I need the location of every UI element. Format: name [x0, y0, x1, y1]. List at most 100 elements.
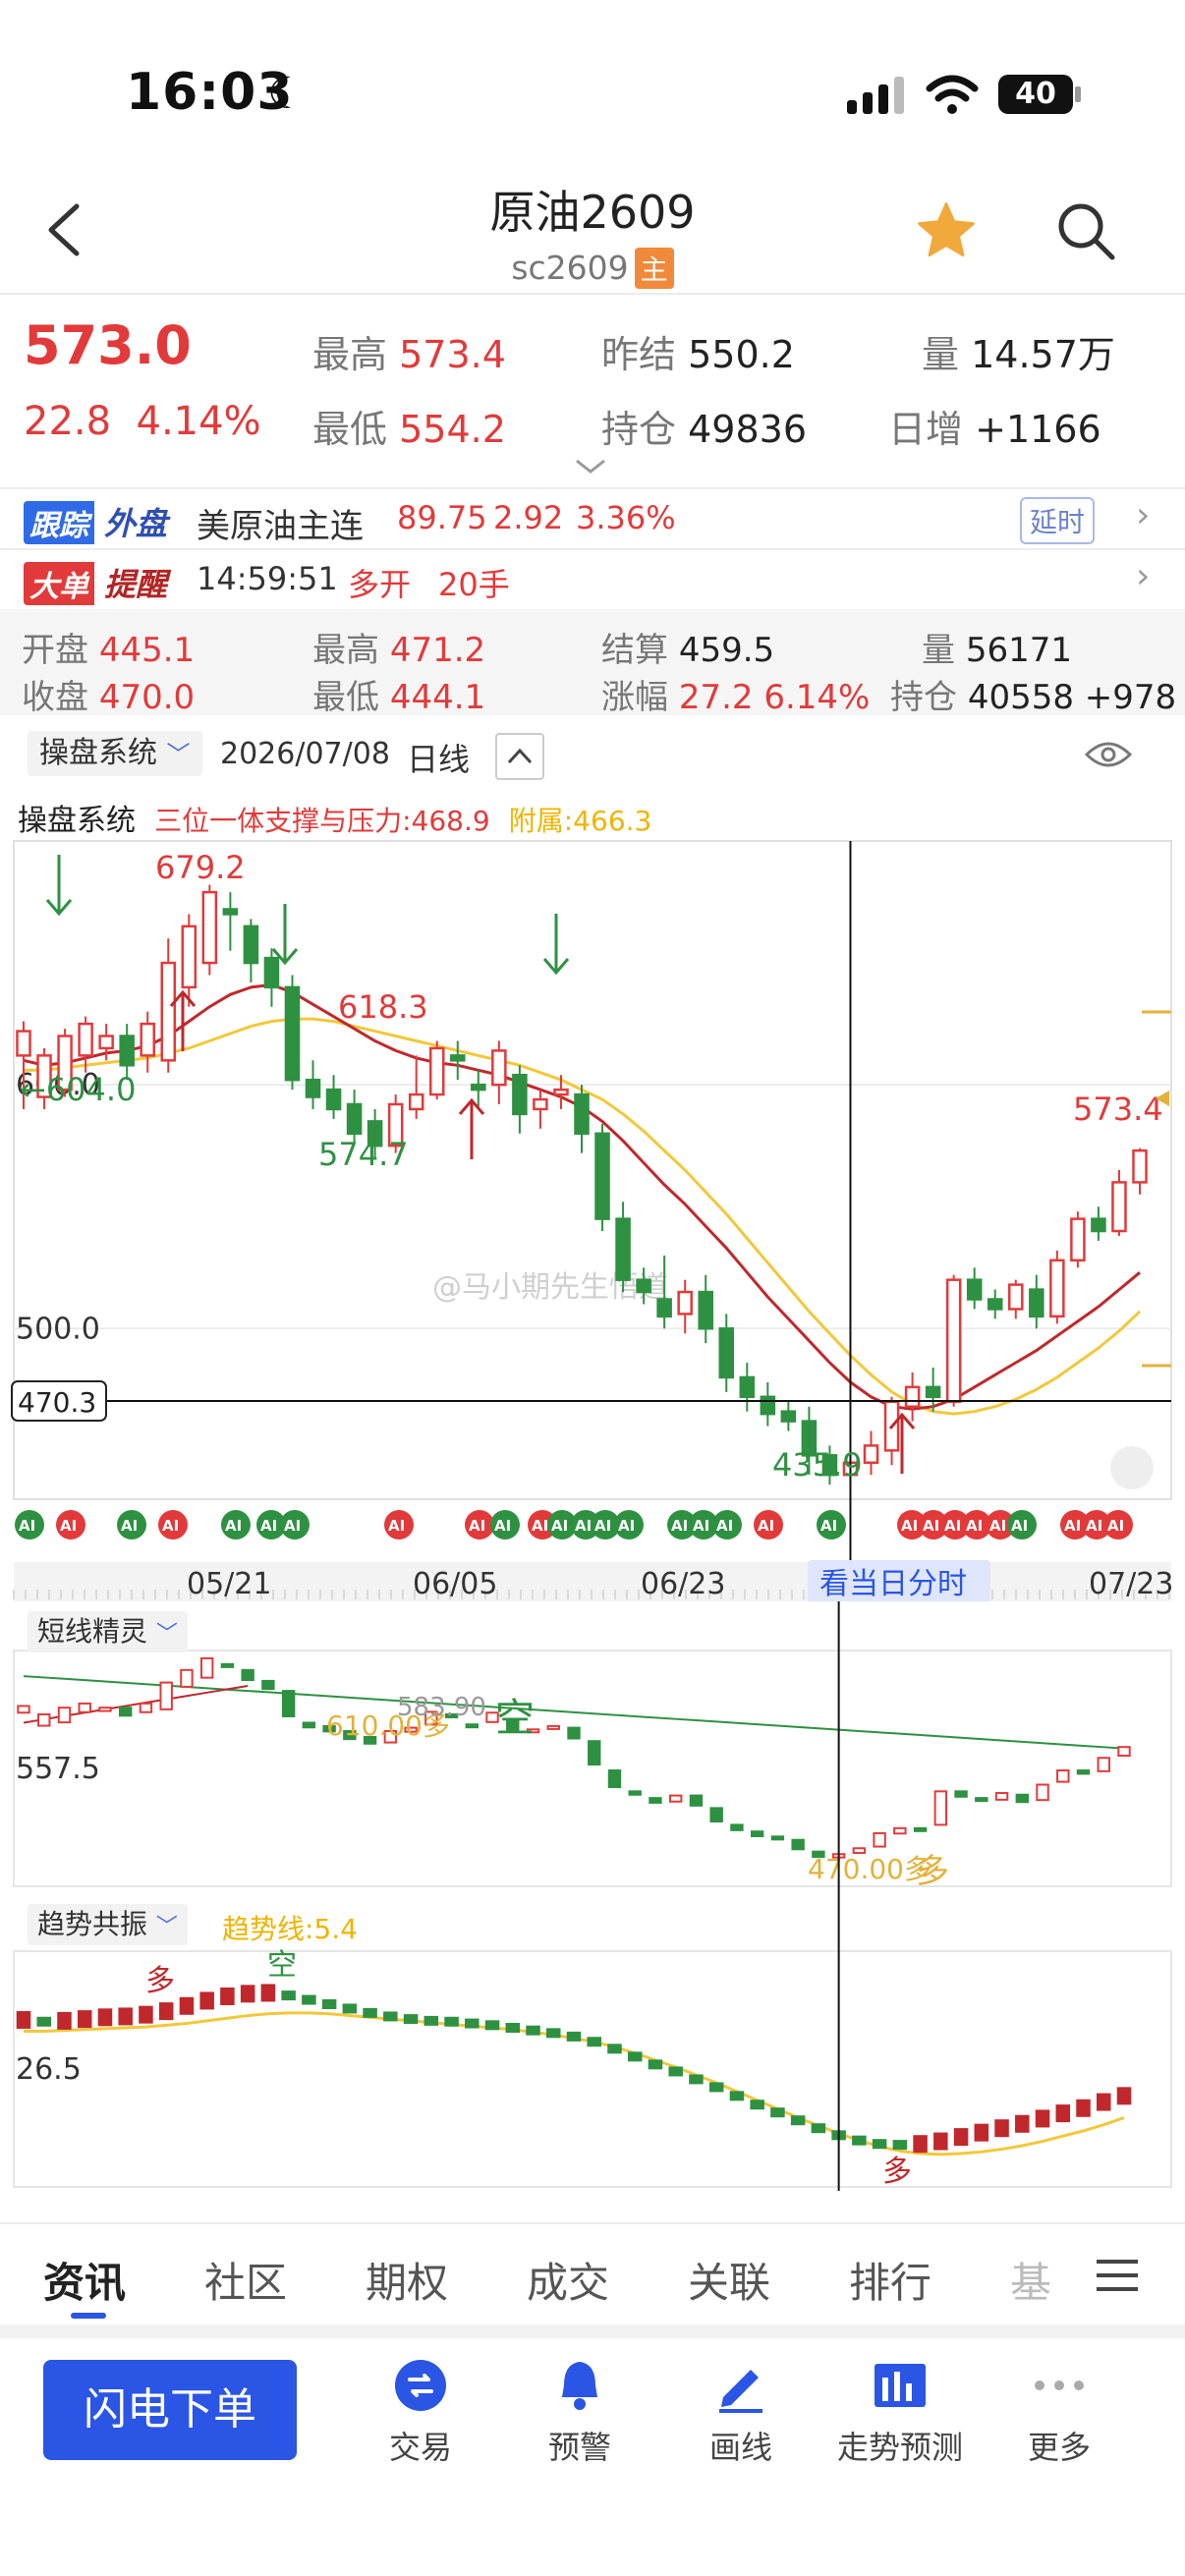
- tab-item[interactable]: 基: [1010, 2250, 1051, 2310]
- daily-increase-value: +1166: [975, 408, 1101, 451]
- sub2-bar-down: [872, 2139, 887, 2150]
- ai-signal-text: AI: [575, 1517, 592, 1535]
- star-icon[interactable]: [914, 198, 979, 263]
- battery-level: 40: [1015, 77, 1056, 111]
- sub1-bar-down: [689, 1794, 704, 1807]
- search-icon[interactable]: [1055, 200, 1118, 263]
- sub1-bar-down: [588, 1740, 601, 1766]
- sub2-bar-down: [465, 2018, 480, 2029]
- sub2-bar-down: [526, 2025, 540, 2036]
- ai-signal-text: AI: [923, 1517, 939, 1535]
- tab-item[interactable]: 资讯: [43, 2250, 126, 2310]
- big-order-alert-row[interactable]: 大单 提醒 14:59:51 多开 20手 ›: [0, 550, 1185, 607]
- sub2-bar-up: [1076, 2099, 1091, 2117]
- system-dropdown[interactable]: 操盘系统 ﹀: [28, 731, 202, 776]
- collapse-button[interactable]: [495, 733, 544, 780]
- tab-item[interactable]: 社区: [204, 2250, 287, 2310]
- battery-icon: 40: [998, 75, 1073, 114]
- low-label: 最低: [312, 408, 388, 451]
- sub1-dropdown[interactable]: 短线精灵 ﹀: [28, 1611, 188, 1652]
- sub2-bar-up: [974, 2123, 989, 2142]
- tab-item[interactable]: 期权: [366, 2250, 448, 2310]
- sub2-bar-up: [913, 2135, 928, 2154]
- wifi-icon: [926, 75, 979, 114]
- candle-down: [325, 1088, 342, 1111]
- ai-signal-text: AI: [551, 1517, 568, 1535]
- more-button[interactable]: 更多: [961, 2358, 1157, 2466]
- ai-signal-text: AI: [618, 1517, 635, 1535]
- ai-signal-text: AI: [225, 1517, 242, 1535]
- flash-order-button[interactable]: 闪电下单: [43, 2360, 297, 2460]
- sub1-bar-down: [607, 1769, 622, 1789]
- sub2-bar-down: [729, 2091, 745, 2101]
- candle-down: [471, 1083, 486, 1092]
- contract-code: sc2609 主: [0, 248, 1185, 289]
- ai-signal-text: AI: [594, 1517, 611, 1535]
- tab-item[interactable]: 排行: [849, 2250, 931, 2310]
- candle-down: [594, 1132, 610, 1220]
- indicator-system-label: 操盘系统: [18, 804, 136, 838]
- crosshair-price: 470.3: [18, 1386, 96, 1419]
- sub1-bar-down: [302, 1721, 316, 1729]
- high-label: 最高: [312, 333, 388, 376]
- tab-item[interactable]: 成交: [527, 2250, 609, 2310]
- candle-down: [739, 1375, 756, 1399]
- bar-volume-value: 56171: [965, 631, 1072, 670]
- candle-up: [677, 1290, 693, 1316]
- candlestick-chart[interactable]: 600.0500.0@马小期先生悟道470.3679.2618.3←604.05…: [0, 835, 1185, 1601]
- sub2-bar-down: [342, 2003, 358, 2014]
- chart-toolbar: 操盘系统 ﹀ 2026/07/08 日线: [0, 715, 1185, 794]
- settle-field: 结算 459.5: [601, 623, 774, 671]
- sub1-bar-down: [791, 1838, 805, 1851]
- annotation-618: 618.3: [338, 988, 428, 1026]
- sub1-bar-up: [994, 1792, 1009, 1801]
- signal-arrow-down: [45, 855, 73, 917]
- foreign-pct: 3.36%: [576, 499, 676, 536]
- big-order-tag: 大单: [24, 562, 94, 605]
- ai-signal-text: AI: [901, 1517, 918, 1535]
- signal-arrow-down: [542, 914, 570, 976]
- foreign-change: 2.92: [493, 499, 564, 536]
- foreign-market-row[interactable]: 跟踪 外盘 美原油主连 89.75 2.92 3.36% 延时 ›: [0, 489, 1185, 546]
- candle-down: [1029, 1288, 1044, 1318]
- sub1-bar-down: [241, 1668, 254, 1682]
- chart-period[interactable]: 日线: [407, 735, 470, 780]
- sub1-bar-down: [628, 1790, 642, 1796]
- ai-signal-text: AI: [671, 1517, 688, 1535]
- sub1-y-label: 557.5: [16, 1752, 100, 1786]
- sub2-dropdown[interactable]: 趋势共振 ﹀: [28, 1904, 188, 1945]
- eye-icon[interactable]: [1085, 739, 1132, 770]
- sub1-bar-up: [1036, 1783, 1049, 1802]
- view-intraday-button[interactable]: 看当日分时: [819, 1567, 967, 1601]
- ai-signal-text: AI: [989, 1517, 1006, 1535]
- sub2-bar-down: [668, 2066, 683, 2077]
- signal-icon: [847, 77, 904, 114]
- pen-icon: [719, 2370, 762, 2413]
- sub2-bar-down: [281, 1990, 296, 2001]
- sub1-bar-up: [873, 1831, 886, 1848]
- candle-up: [428, 1046, 445, 1096]
- sub2-bar-up: [994, 2119, 1009, 2138]
- chevron-down-icon: ﹀: [155, 1622, 178, 1647]
- tab-item[interactable]: 关联: [688, 2250, 770, 2310]
- sub1-annotation: 470.00多: [808, 1853, 931, 1885]
- candle-down: [636, 1278, 651, 1294]
- sub2-bar-down: [363, 2007, 377, 2018]
- menu-icon[interactable]: [1097, 2258, 1138, 2293]
- sub2-bar-up: [1035, 2109, 1050, 2128]
- contract-code-text: sc2609: [511, 249, 629, 287]
- expand-chevron-icon[interactable]: [574, 458, 607, 476]
- change-value: 22.8: [24, 399, 112, 444]
- volume-label: 量: [922, 333, 960, 376]
- ai-signal-text: AI: [469, 1517, 485, 1535]
- alert-action: 多开: [348, 566, 412, 603]
- volume-value: 14.57万: [971, 333, 1115, 376]
- sub1-label: 短线精灵: [37, 1615, 148, 1648]
- daily-increase-label: 日增: [888, 408, 964, 451]
- sub1-bar-up: [893, 1826, 907, 1835]
- delay-badge: 延时: [1020, 497, 1096, 544]
- indicator-sub: 附属:466.3: [508, 805, 652, 837]
- sub2-bar-up: [158, 2002, 174, 2021]
- sub1-bar-down: [281, 1690, 296, 1718]
- x-tick-label: 07/23: [1089, 1567, 1173, 1601]
